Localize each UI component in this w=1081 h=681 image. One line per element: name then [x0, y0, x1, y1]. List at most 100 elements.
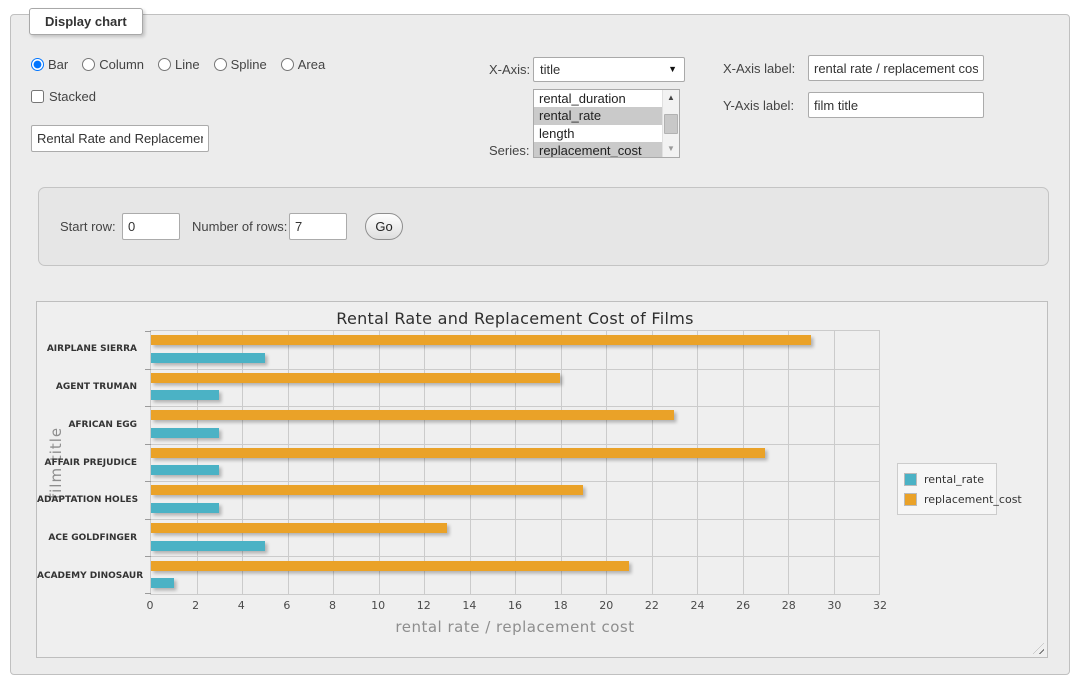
series-scrollbar[interactable]: ▲ ▼	[662, 90, 679, 157]
stacked-label: Stacked	[49, 89, 96, 104]
number-of-rows-input[interactable]	[289, 213, 347, 240]
chart-title-input[interactable]	[31, 125, 209, 152]
stacked-checkbox[interactable]	[31, 90, 44, 103]
radio-area[interactable]	[281, 58, 294, 71]
radio-label: Area	[298, 57, 325, 72]
scroll-down-icon[interactable]: ▼	[663, 141, 679, 157]
x-tick-label: 2	[192, 599, 199, 612]
category-label: AGENT TRUMAN	[37, 382, 137, 392]
x-axis-selected-value: title	[540, 62, 560, 77]
x-tick-label: 10	[371, 599, 385, 612]
scrollbar-thumb[interactable]	[664, 114, 678, 134]
category-label: ADAPTATION HOLES	[37, 495, 137, 505]
series-options: rental_durationrental_ratelengthreplacem…	[534, 90, 662, 157]
go-button[interactable]: Go	[365, 213, 403, 240]
bar-group	[151, 406, 879, 444]
x-tick-label: 22	[645, 599, 659, 612]
y-axis-label-label: Y-Axis label:	[723, 98, 794, 113]
row-controls-panel: Start row: Number of rows: Go	[38, 187, 1049, 266]
chart-type-radio-area[interactable]: Area	[281, 57, 325, 72]
x-tick-label: 24	[691, 599, 705, 612]
bar-rental_rate	[151, 390, 219, 400]
bar-replacement_cost	[151, 410, 674, 420]
display-chart-fieldset: Display chart BarColumnLineSplineArea St…	[10, 14, 1070, 675]
chart-title: Rental Rate and Replacement Cost of Film…	[150, 309, 880, 328]
x-tick-label: 14	[462, 599, 476, 612]
x-tick-label: 30	[827, 599, 841, 612]
x-tick-label: 18	[554, 599, 568, 612]
legend-label: replacement_cost	[924, 493, 1022, 506]
x-axis-select[interactable]: title ▼	[533, 57, 685, 82]
category-label: ACE GOLDFINGER	[37, 533, 137, 543]
category-axis: AIRPLANE SIERRA AGENT TRUMAN AFRICAN EGG AF…	[37, 330, 145, 595]
series-option-rental_duration[interactable]: rental_duration	[534, 90, 662, 107]
bar-rental_rate	[151, 503, 219, 513]
page: Display chart Bar Column Line Spline Area St…	[0, 0, 1081, 681]
series-option-replacement_cost[interactable]: replacement_cost	[534, 142, 662, 158]
bar-group	[151, 519, 879, 557]
x-axis-label-label: X-Axis label:	[723, 61, 795, 76]
bar-rental_rate	[151, 465, 219, 475]
x-axis-select-label: X-Axis:	[489, 62, 530, 77]
bar-group	[151, 331, 879, 369]
legend-label: rental_rate	[924, 473, 984, 486]
stacked-row: Stacked	[31, 89, 96, 104]
x-tick-label: 20	[599, 599, 613, 612]
radio-label: Bar	[48, 57, 68, 72]
bar-group	[151, 444, 879, 482]
chart-x-axis-label: rental rate / replacement cost	[150, 618, 880, 636]
start-row-input[interactable]	[122, 213, 180, 240]
x-axis-label-input[interactable]	[808, 55, 984, 81]
plot-area	[150, 330, 880, 595]
x-tick-label: 8	[329, 599, 336, 612]
bar-replacement_cost	[151, 335, 811, 345]
fieldset-title: Display chart	[29, 8, 143, 35]
start-row-label: Start row:	[60, 219, 116, 234]
series-option-rental_rate[interactable]: rental_rate	[534, 107, 662, 124]
x-tick-label: 32	[873, 599, 887, 612]
x-axis-ticks: 02468101214161820222426283032	[150, 599, 880, 613]
category-label: ACADEMY DINOSAUR	[37, 571, 137, 581]
x-tick-label: 12	[417, 599, 431, 612]
series-option-length[interactable]: length	[534, 125, 662, 142]
legend-entry: rental_rate	[904, 469, 990, 489]
bar-group	[151, 369, 879, 407]
x-tick-label: 0	[147, 599, 154, 612]
radio-label: Line	[175, 57, 200, 72]
resize-grip-icon[interactable]	[1033, 643, 1044, 654]
number-of-rows-label: Number of rows:	[192, 219, 287, 234]
x-tick-label: 16	[508, 599, 522, 612]
category-label: AIRPLANE SIERRA	[37, 344, 137, 354]
category-label: AFFAIR PREJUDICE	[37, 458, 137, 468]
category-label: AFRICAN EGG	[37, 420, 137, 430]
bar-replacement_cost	[151, 373, 560, 383]
chart-panel: Rental Rate and Replacement Cost of Film…	[36, 301, 1048, 658]
bar-replacement_cost	[151, 485, 583, 495]
chart-type-radio-group: Bar Column Line Spline Area	[31, 57, 339, 74]
bar-rental_rate	[151, 541, 265, 551]
series-select-label: Series:	[489, 143, 529, 158]
radio-column[interactable]	[82, 58, 95, 71]
bar-replacement_cost	[151, 448, 765, 458]
bar-rental_rate	[151, 428, 219, 438]
radio-bar[interactable]	[31, 58, 44, 71]
legend-entry: replacement_cost	[904, 489, 990, 509]
series-multiselect[interactable]: rental_durationrental_ratelengthreplacem…	[533, 89, 680, 158]
legend-swatch-icon	[904, 493, 917, 506]
chart-type-radio-column[interactable]: Column	[82, 57, 144, 72]
radio-line[interactable]	[158, 58, 171, 71]
chart-type-radio-spline[interactable]: Spline	[214, 57, 267, 72]
scroll-up-icon[interactable]: ▲	[663, 90, 679, 106]
bar-rental_rate	[151, 353, 265, 363]
dropdown-arrow-icon: ▼	[668, 58, 677, 81]
radio-label: Column	[99, 57, 144, 72]
bar-group	[151, 556, 879, 594]
chart-type-radio-bar[interactable]: Bar	[31, 57, 68, 72]
bar-group	[151, 481, 879, 519]
bar-replacement_cost	[151, 523, 447, 533]
x-tick-label: 6	[283, 599, 290, 612]
y-axis-label-input[interactable]	[808, 92, 984, 118]
radio-label: Spline	[231, 57, 267, 72]
chart-type-radio-line[interactable]: Line	[158, 57, 200, 72]
radio-spline[interactable]	[214, 58, 227, 71]
